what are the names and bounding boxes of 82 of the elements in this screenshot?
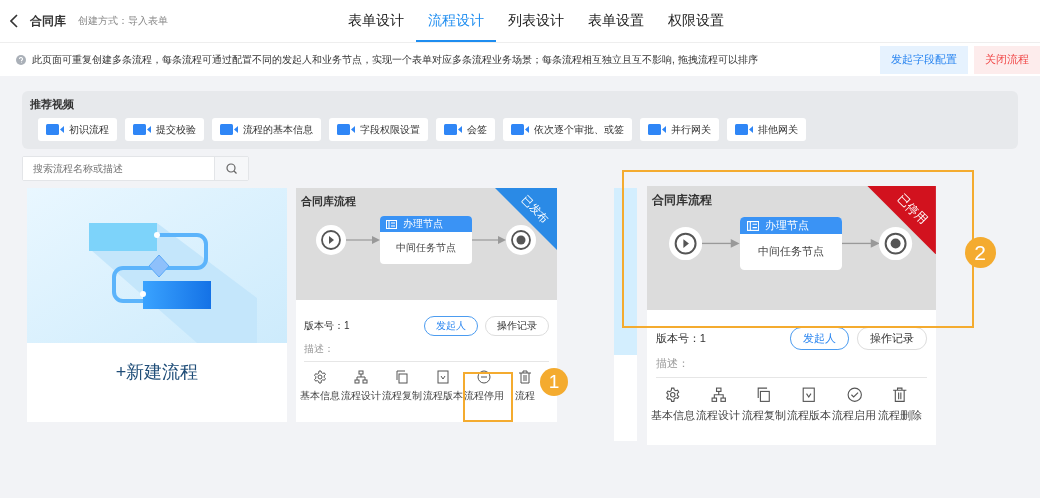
minus-circle-icon [476,370,491,384]
flow-title: 合同库流程 [301,194,356,209]
video-camera-icon [46,124,64,135]
action-button[interactable]: 流程删除 [877,387,922,424]
help-icon [16,54,26,65]
panel-title: 推荐视频 [30,97,75,112]
end-node-icon [506,225,536,255]
form-icon [746,220,759,231]
form-icon [386,219,397,229]
video-button[interactable]: 并行网关 [640,118,719,141]
trash-icon [517,370,532,384]
copy-icon [755,387,772,403]
launcher-button[interactable]: 发起人 [424,316,478,336]
launcher-button[interactable]: 发起人 [789,327,849,350]
action-button[interactable]: 流程启用 [832,387,877,424]
node-body: 中间任务节点 [756,244,825,260]
node-body: 中间任务节点 [395,241,457,255]
action-button[interactable]: 流程设计 [696,387,741,424]
back-icon[interactable] [10,14,18,28]
app-title: 合同库 [30,12,66,30]
arrow [841,238,880,248]
video-button[interactable]: 依次逐个审批、或签 [503,118,632,141]
tab[interactable]: 表单设置 [576,0,656,42]
video-button[interactable]: 提交校验 [125,118,204,141]
node-title: 办理节点 [765,218,810,234]
flow-title: 合同库流程 [652,192,713,210]
arrow [472,236,506,244]
description-label: 描述： [304,336,549,362]
search-field[interactable]: 搜索流程名称或描述 [22,156,249,181]
tab[interactable]: 权限设置 [656,0,736,42]
gear-icon [312,370,327,384]
video-camera-icon [220,124,238,135]
description-label: 描述： [655,349,928,379]
highlight-frame [463,372,513,422]
log-button[interactable]: 操作记录 [856,327,928,350]
action-button[interactable]: 流程复制 [381,370,422,403]
arrow [346,236,380,244]
document-icon [801,387,817,403]
video-button[interactable]: 流程的基本信息 [212,118,321,141]
tab[interactable]: 列表设计 [496,0,576,42]
creation-method: 创建方式：导入表单 [78,14,168,28]
new-flow-label: +新建流程 [114,361,200,384]
video-camera-icon [511,124,529,135]
action-button[interactable]: 流程设计 [340,370,381,403]
notice-text: 此页面可重复创建多条流程，每条流程可通过配置不同的发起人和业务节点，实现一个表单对应多条流程业务场景；每条流程相互独立且互不影响, 拖拽流程可以排序 [32,52,759,67]
video-button[interactable]: 字段权限设置 [329,118,428,141]
flow-card[interactable]: 合同库流程 已停用 办理节点 中间任务节点 版本号：1 发起人 操作记录 描述： 基本信息流程设计流程复制流程版本流程启用 流程删除 [646,185,936,445]
node-title: 办理节点 [403,217,443,231]
new-flow-card[interactable]: +新建流程 [27,188,287,422]
video-camera-icon [133,124,151,135]
step-badge: 2 [964,236,996,268]
end-node-icon [879,226,913,260]
gear-icon [665,387,681,403]
video-camera-icon [337,124,355,135]
version-label: 版本号：1 [304,319,351,333]
arrow [702,238,740,248]
action-button[interactable]: 流程复制 [741,387,786,424]
hierarchy-icon [710,387,727,403]
action-button[interactable]: 基本信息 [299,370,340,403]
action-button[interactable]: 流程版本 [422,370,463,403]
video-camera-icon [444,124,462,135]
tab[interactable]: 表单设计 [336,0,416,42]
action-button[interactable]: 流程停用 [463,370,504,403]
video-button[interactable]: 排他网关 [727,118,806,141]
step-badge: 1 [540,368,568,396]
video-camera-icon [735,124,753,135]
hierarchy-icon [353,370,368,384]
trash-icon [892,387,908,403]
start-node-icon [316,225,346,255]
check-circle-icon [846,387,863,403]
action-button[interactable]: 流程版本 [787,387,832,424]
video-camera-icon [648,124,666,135]
version-label: 版本号：1 [655,331,707,347]
search-icon [226,163,237,174]
action-button[interactable]: 流程 [514,370,535,403]
copy-icon [394,370,409,384]
document-icon [435,370,450,384]
video-button[interactable]: 初识流程 [38,118,117,141]
start-node-icon [669,226,703,260]
video-button[interactable]: 会签 [436,118,495,141]
action-button[interactable]: 基本信息 [650,387,695,424]
log-button[interactable]: 操作记录 [485,316,549,336]
